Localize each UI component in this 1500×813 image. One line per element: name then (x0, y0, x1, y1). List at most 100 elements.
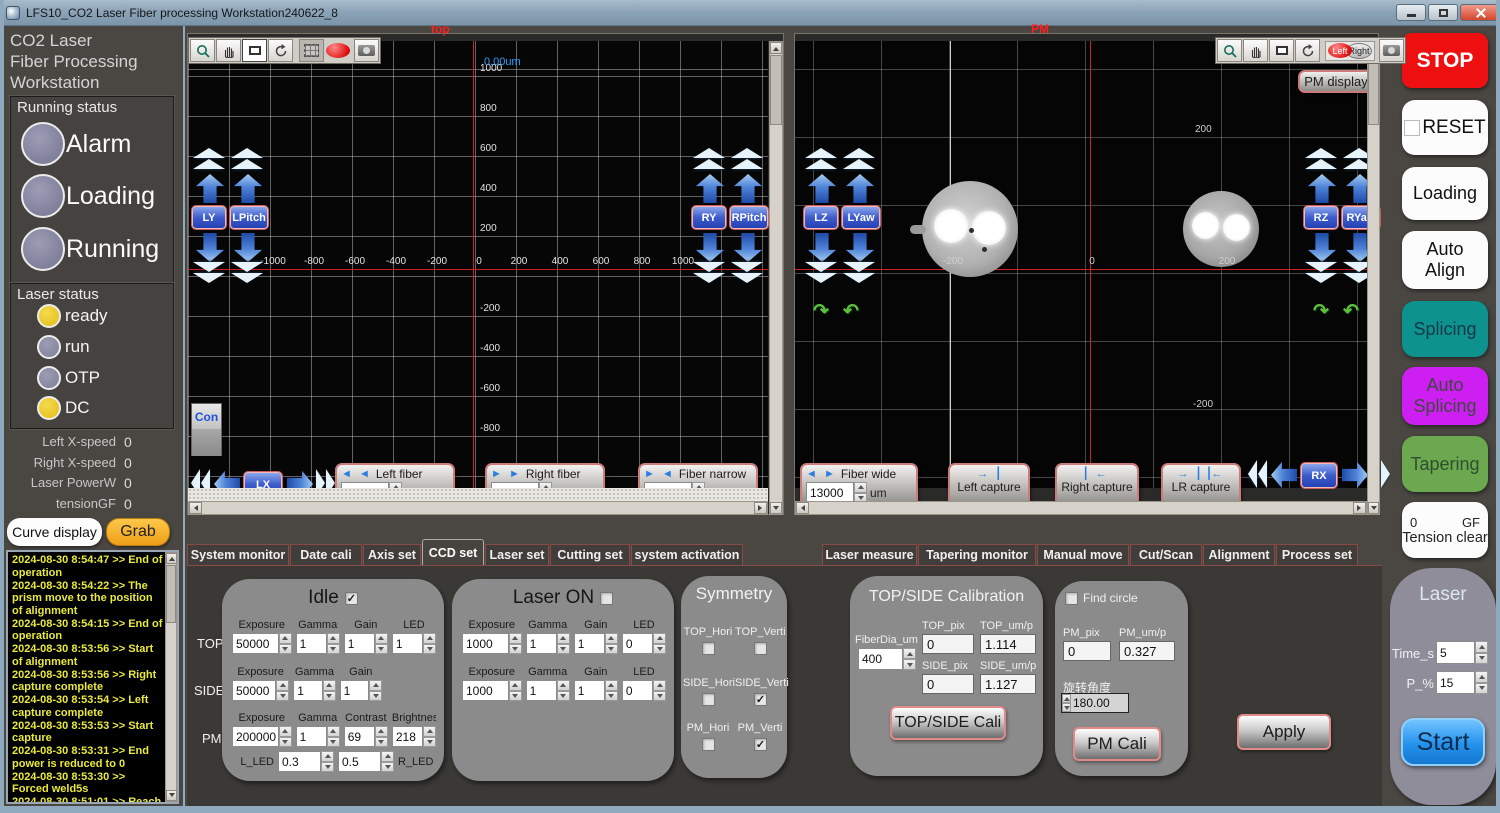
left-camera-hscroll[interactable] (188, 501, 768, 515)
right-camera-hscroll[interactable] (795, 501, 1367, 515)
laseron-top-exposure[interactable]: 1000 (462, 633, 509, 654)
rx-fast-left-arrow[interactable] (1247, 460, 1267, 488)
loading-button[interactable]: Loading (1402, 167, 1488, 220)
tab-axis-set[interactable]: Axis set (363, 544, 421, 565)
minimize-button[interactable] (1396, 4, 1426, 21)
left-rotate-ccw-arrow[interactable]: ↶ (843, 300, 859, 323)
laseron-side-exposure[interactable]: 1000 (462, 680, 509, 701)
zoom-tool-button[interactable] (1217, 39, 1242, 62)
rotation-angle-spinner[interactable] (1062, 694, 1071, 712)
power-spinner[interactable] (1475, 671, 1488, 694)
maximize-button[interactable] (1428, 4, 1458, 21)
rotate-tool-button[interactable] (268, 39, 293, 62)
log-box[interactable]: 2024-08-30 8:54:47 >> End of operation 2… (6, 550, 179, 804)
lyaw-button[interactable]: LYaw (842, 206, 880, 229)
laseron-top-led[interactable]: 0 (622, 633, 653, 654)
ry-fast-down-arrow[interactable] (693, 262, 725, 284)
tab-date-cali[interactable]: Date cali (290, 544, 362, 565)
laseron-side-gain[interactable]: 1 (574, 680, 605, 701)
lyaw-fast-up-arrow[interactable] (843, 147, 875, 169)
pm-ump-value[interactable]: 0.327 (1119, 641, 1175, 661)
snapshot-button[interactable] (1379, 39, 1404, 62)
rpitch-fast-up-arrow[interactable] (731, 147, 763, 169)
tab-cut-scan[interactable]: Cut/Scan (1130, 544, 1202, 565)
reset-checkbox[interactable] (1404, 120, 1420, 136)
rect-select-tool-button[interactable] (242, 39, 267, 62)
laser-on-checkbox[interactable] (600, 592, 613, 605)
top-ump-value[interactable]: 1.114 (980, 634, 1036, 654)
l-led-value[interactable]: 0.3 (278, 751, 321, 772)
rotate-tool-button[interactable] (1295, 39, 1320, 62)
pm-pix-value[interactable]: 0 (1063, 641, 1111, 661)
record-indicator-button[interactable] (325, 39, 350, 62)
lpitch-fast-down-arrow[interactable] (231, 262, 263, 284)
lz-button[interactable]: LZ (804, 206, 838, 229)
rpitch-fast-down-arrow[interactable] (731, 262, 763, 284)
tab-manual-move[interactable]: Manual move (1037, 544, 1129, 565)
idle-pm-exposure[interactable]: 200000 (232, 726, 279, 747)
laseron-top-gamma[interactable]: 1 (526, 633, 557, 654)
start-button[interactable]: Start (1401, 718, 1485, 766)
find-circle-checkbox[interactable] (1065, 592, 1078, 605)
rz-button[interactable]: RZ (1304, 206, 1338, 229)
rpitch-button[interactable]: RPitch (730, 206, 768, 229)
pm-hori-checkbox[interactable] (702, 738, 715, 751)
fiber-wide-spinner[interactable] (854, 482, 867, 503)
grid-capture-button[interactable] (299, 39, 324, 62)
right-rotate-ccw-arrow[interactable]: ↶ (1343, 300, 1359, 323)
idle-pm-contrast[interactable]: 69 (344, 726, 375, 747)
pan-tool-button[interactable] (1243, 39, 1268, 62)
rz-fast-up-arrow[interactable] (1305, 147, 1337, 169)
idle-checkbox[interactable] (345, 592, 358, 605)
tapering-button[interactable]: Tapering (1402, 436, 1488, 492)
tab-tapering-monitor[interactable]: Tapering monitor (918, 544, 1036, 565)
tension-clear-button[interactable]: 0 GF Tension clear (1402, 502, 1488, 558)
tab-alignment[interactable]: Alignment (1203, 544, 1275, 565)
log-scrollbar[interactable] (165, 552, 177, 802)
ly-button[interactable]: LY (192, 206, 226, 229)
side-ump-value[interactable]: 1.127 (980, 674, 1036, 694)
idle-pm-brightness[interactable]: 218 (392, 726, 423, 747)
snapshot-button[interactable] (354, 39, 379, 62)
ly-fast-down-arrow[interactable] (193, 262, 225, 284)
rotation-angle-value[interactable]: 180.00 (1071, 694, 1128, 712)
lz-fast-up-arrow[interactable] (805, 147, 837, 169)
pm-display-button[interactable]: PM display (1298, 70, 1374, 93)
idle-top-gamma[interactable]: 1 (296, 633, 327, 654)
lpitch-button[interactable]: LPitch (230, 206, 268, 229)
pm-cali-button[interactable]: PM Cali (1073, 727, 1161, 761)
left-view-toggle[interactable]: Left (1328, 43, 1352, 58)
laseron-top-gain[interactable]: 1 (574, 633, 605, 654)
apply-button[interactable]: Apply (1237, 714, 1331, 750)
pm-verti-checkbox[interactable] (754, 738, 767, 751)
auto-splicing-button[interactable]: Auto Splicing (1402, 367, 1488, 425)
right-camera-view[interactable] (795, 41, 1367, 488)
rect-select-tool-button[interactable] (1269, 39, 1294, 62)
idle-pm-gamma[interactable]: 1 (296, 726, 327, 747)
fiber-wide-value[interactable]: 13000 (806, 482, 854, 503)
laseron-side-led[interactable]: 0 (622, 680, 653, 701)
idle-side-exposure[interactable]: 50000 (232, 680, 276, 701)
tab-system-activation[interactable]: system activation (631, 544, 743, 565)
lpitch-fast-up-arrow[interactable] (231, 147, 263, 169)
zoom-tool-button[interactable] (190, 39, 215, 62)
tab-process-set[interactable]: Process set (1276, 544, 1358, 565)
top-hori-checkbox[interactable] (702, 642, 715, 655)
ry-fast-up-arrow[interactable] (693, 147, 725, 169)
idle-top-exposure[interactable]: 50000 (232, 633, 279, 654)
auto-align-button[interactable]: Auto Align (1402, 231, 1488, 289)
reset-button[interactable]: RESET (1402, 100, 1488, 155)
left-rotate-cw-arrow[interactable]: ↷ (813, 300, 829, 323)
right-rotate-cw-arrow[interactable]: ↷ (1313, 300, 1329, 323)
laseron-side-gamma[interactable]: 1 (526, 680, 557, 701)
pan-tool-button[interactable] (216, 39, 241, 62)
idle-side-gain[interactable]: 1 (340, 680, 369, 701)
lyaw-fast-down-arrow[interactable] (843, 262, 875, 284)
side-hori-checkbox[interactable] (702, 693, 715, 706)
ly-fast-up-arrow[interactable] (193, 147, 225, 169)
r-led-value[interactable]: 0.5 (338, 751, 381, 772)
time-value[interactable]: 5 (1436, 641, 1475, 664)
fiberdia-value[interactable]: 400 (858, 648, 903, 670)
tab-system-monitor[interactable]: System monitor (187, 544, 289, 565)
top-pix-value[interactable]: 0 (922, 634, 974, 654)
